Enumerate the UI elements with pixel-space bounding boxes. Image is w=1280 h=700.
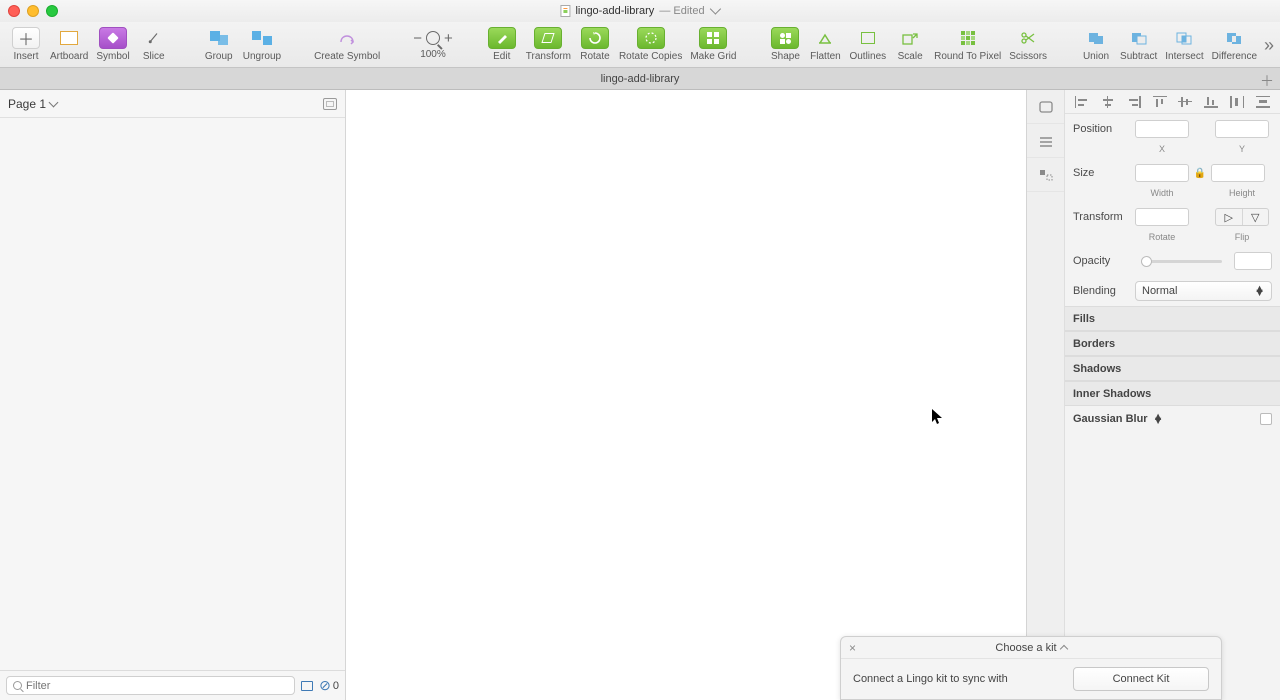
page-selector[interactable]: Page 1 [0,90,345,118]
canvas[interactable]: × Choose a kit Connect a Lingo kit to sy… [346,90,1026,700]
insert-button[interactable]: ＋Insert [6,22,46,68]
chevron-up-icon [1059,645,1067,653]
flatten-button[interactable]: Flatten [805,22,845,68]
scissors-button[interactable]: Scissors [1005,22,1051,68]
blur-section[interactable]: Gaussian Blur▲▼ [1065,406,1280,432]
toolbar-overflow-icon[interactable]: » [1264,22,1274,68]
borders-section[interactable]: Borders [1065,331,1280,356]
inspector-tab-design[interactable] [1027,90,1064,124]
chevron-down-icon [710,3,721,14]
filter-artboard-toggle[interactable] [301,681,313,691]
new-tab-button[interactable]: ＋ [1260,71,1274,91]
fills-section[interactable]: Fills [1065,306,1280,331]
round-pixel-button[interactable]: Round To Pixel [930,22,1005,68]
intersect-button[interactable]: Intersect [1161,22,1207,68]
cursor-icon [932,409,944,425]
ungroup-button[interactable]: Ungroup [239,22,285,68]
align-bottom-icon[interactable] [1204,96,1218,108]
layers-panel: Page 1 ⊘0 [0,90,346,700]
inspector-tab-align[interactable] [1027,124,1064,158]
window-title[interactable]: lingo-add-library — Edited [560,5,719,17]
lock-icon[interactable]: 🔒 [1195,167,1205,179]
layers-footer: ⊘0 [0,670,345,700]
rotate-button[interactable]: Rotate [575,22,615,68]
symbol-button[interactable]: Symbol [92,22,133,68]
edit-button[interactable]: Edit [482,22,522,68]
align-vcenter-icon[interactable] [1178,96,1192,108]
popup-title[interactable]: Choose a kit [995,642,1056,654]
title-status: — Edited [659,5,704,17]
inspector-tab-prototype[interactable] [1027,158,1064,192]
align-hcenter-icon[interactable] [1101,96,1115,108]
subtract-button[interactable]: Subtract [1116,22,1161,68]
union-button[interactable]: Union [1076,22,1116,68]
minimize-icon[interactable] [27,5,39,17]
x-input[interactable] [1135,120,1189,138]
filter-slice-toggle[interactable]: ⊘0 [319,677,339,694]
inner-shadows-section[interactable]: Inner Shadows [1065,381,1280,406]
popup-message: Connect a Lingo kit to sync with [853,673,1061,685]
close-icon[interactable] [8,5,20,17]
document-icon [560,5,570,17]
search-icon [13,681,22,690]
opacity-input[interactable] [1234,252,1272,270]
toolbar: ＋Insert Artboard Symbol Slice Group Ungr… [0,22,1280,68]
flip-controls[interactable]: ▷▽ [1215,208,1269,226]
inspector-panel: Position XY Size🔒 WidthHeight Transform▷… [1026,90,1280,700]
flip-v-icon: ▽ [1243,209,1269,225]
align-controls [1065,90,1280,114]
titlebar: lingo-add-library — Edited [0,0,1280,22]
blend-mode-select[interactable]: Normal▲▼ [1135,281,1272,301]
align-top-icon[interactable] [1153,96,1167,108]
lingo-popup: × Choose a kit Connect a Lingo kit to sy… [840,636,1222,700]
filter-input[interactable] [6,676,295,695]
make-grid-button[interactable]: Make Grid [686,22,740,68]
zoom-control[interactable]: −+100% [409,22,457,68]
tab-label[interactable]: lingo-add-library [601,73,680,85]
flip-h-icon: ▷ [1216,209,1243,225]
y-input[interactable] [1215,120,1269,138]
create-symbol-button[interactable]: Create Symbol [310,22,384,68]
rotate-copies-button[interactable]: Rotate Copies [615,22,686,68]
loupe-icon [426,31,440,45]
difference-button[interactable]: Difference [1208,22,1261,68]
document-tabbar: lingo-add-library ＋ [0,68,1280,90]
width-input[interactable] [1135,164,1189,182]
distribute-v-icon[interactable] [1256,96,1270,108]
align-left-icon[interactable] [1075,96,1089,108]
rotate-input[interactable] [1135,208,1189,226]
align-right-icon[interactable] [1127,96,1141,108]
transform-button[interactable]: Transform [522,22,575,68]
window-controls [8,5,58,17]
height-input[interactable] [1211,164,1265,182]
outlines-button[interactable]: Outlines [845,22,890,68]
blur-checkbox[interactable] [1260,413,1272,425]
artboard-button[interactable]: Artboard [46,22,92,68]
connect-kit-button[interactable]: Connect Kit [1073,667,1209,691]
title-filename: lingo-add-library [575,5,654,17]
distribute-h-icon[interactable] [1230,96,1244,108]
shadows-section[interactable]: Shadows [1065,356,1280,381]
zoom-icon[interactable] [46,5,58,17]
group-button[interactable]: Group [199,22,239,68]
close-popup-button[interactable]: × [849,641,856,655]
chevron-down-icon [49,97,59,107]
shape-button[interactable]: Shape [765,22,805,68]
opacity-slider[interactable] [1141,260,1222,263]
slice-button[interactable]: Slice [134,22,174,68]
artboard-list-icon[interactable] [323,98,337,110]
scale-button[interactable]: Scale [890,22,930,68]
